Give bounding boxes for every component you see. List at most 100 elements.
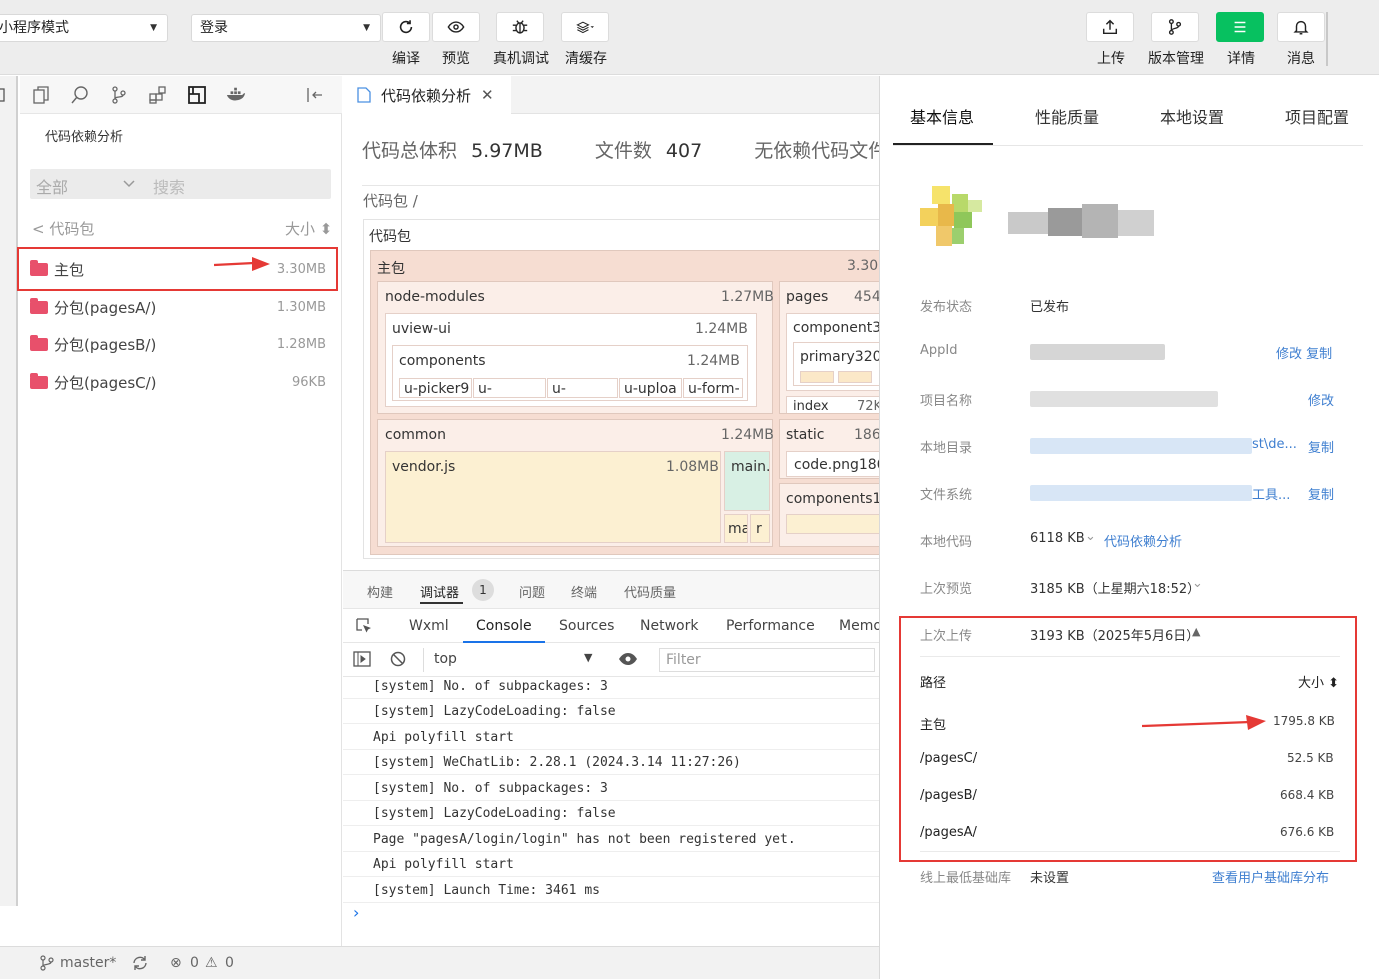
tab-local-settings[interactable]: 本地设置 — [1160, 104, 1224, 128]
clear-console-icon[interactable] — [390, 651, 406, 667]
devtab-sources[interactable]: Sources — [559, 618, 614, 634]
active-tab-indicator — [420, 602, 463, 604]
docker-icon[interactable] — [225, 84, 247, 106]
tab-performance[interactable]: 性能质量 — [1035, 104, 1099, 128]
tab-terminal[interactable]: 终端 — [571, 582, 597, 601]
treemap-node-modules[interactable]: node-modules 1.27MB uview-ui 1.24MB comp… — [377, 281, 774, 414]
treemap-leaf[interactable]: u-picker9 — [399, 378, 472, 398]
treemap-primary[interactable]: primary320 — [793, 342, 879, 386]
git-branch-icon[interactable] — [108, 84, 130, 106]
devtab-network[interactable]: Network — [640, 618, 698, 634]
context-select[interactable]: top ▼ — [423, 648, 601, 672]
treemap-index[interactable]: index 72K — [786, 396, 879, 414]
compile-mode-select[interactable]: 登录 ▼ — [191, 14, 381, 42]
compile-button[interactable] — [382, 12, 430, 42]
appid-actions[interactable]: 修改 复制 — [1276, 343, 1332, 362]
console-separator — [343, 876, 879, 877]
error-count[interactable]: 0 — [190, 955, 199, 971]
main-package-size: 3.30 — [847, 258, 879, 274]
messages-button[interactable] — [1277, 12, 1325, 42]
search-input[interactable]: 搜索 — [153, 174, 185, 198]
tab-build[interactable]: 构建 — [367, 582, 393, 601]
devtab-performance[interactable]: Performance — [726, 618, 815, 634]
tab-dependency-analysis[interactable]: 代码依赖分析 ✕ — [343, 76, 511, 114]
chevron-down-icon — [123, 180, 135, 188]
treemap-code-png[interactable]: code.png186 — [786, 451, 879, 477]
treemap-leaf[interactable] — [838, 371, 872, 383]
remote-debug-button[interactable] — [496, 12, 544, 42]
tab-debugger[interactable]: 调试器 — [420, 582, 459, 601]
filter-bar: 全部 搜索 — [30, 169, 331, 199]
chevron-down-icon[interactable]: ⌄ — [1192, 576, 1203, 591]
warning-count[interactable]: 0 — [225, 955, 234, 971]
treemap-leaf[interactable]: u-parse8! — [547, 378, 618, 398]
treemap-main-js[interactable]: main. — [724, 451, 770, 511]
copy-files-icon[interactable] — [30, 84, 52, 106]
treemap-component3[interactable]: component3 primary320 — [786, 313, 879, 391]
inspect-icon[interactable] — [355, 617, 373, 635]
devtab-memory[interactable]: Memo — [839, 618, 882, 634]
eye-icon[interactable] — [618, 652, 638, 666]
devtab-wxml[interactable]: Wxml — [409, 618, 449, 634]
treemap-common[interactable]: common 1.24MB vendor.js 1.08MB main. ma … — [377, 419, 774, 547]
files-icon[interactable] — [0, 88, 6, 102]
treemap-leaf[interactable] — [800, 371, 834, 383]
dependency-analysis-link[interactable]: 代码依赖分析 — [1104, 531, 1182, 550]
treemap-components1[interactable]: components1 — [779, 483, 879, 547]
treemap-vendor[interactable]: vendor.js 1.08MB — [385, 451, 721, 543]
details-label: 详情 — [1227, 51, 1255, 67]
tab-problems[interactable]: 问题 — [519, 582, 545, 601]
close-icon[interactable]: ✕ — [481, 86, 494, 104]
package-row-pagesA[interactable]: 分包(pagesA/) 1.30MB — [30, 294, 330, 320]
treemap-leaf[interactable] — [786, 514, 879, 534]
treemap-main-package[interactable]: 主包 3.30 node-modules 1.27MB uview-ui 1.2… — [370, 250, 879, 555]
package-list-back[interactable]: < 代码包 — [32, 218, 94, 239]
treemap-leaf[interactable]: u-icon91k — [473, 378, 546, 398]
treemap-leaf[interactable]: ma — [724, 514, 748, 543]
treemap-leaf[interactable]: r — [750, 514, 770, 543]
project-name-actions[interactable]: 修改 — [1308, 390, 1334, 409]
treemap-static[interactable]: static 186 code.png186 — [779, 419, 879, 479]
file-system-copy[interactable]: 复制 — [1308, 484, 1334, 503]
package-row-pagesC[interactable]: 分包(pagesC/) 96KB — [30, 369, 330, 395]
package-name: 分包(pagesB/) — [54, 335, 157, 354]
treemap-leaf[interactable]: u-form- — [683, 378, 743, 398]
collapse-sidebar-icon[interactable] — [304, 84, 326, 106]
sidebar-toggle-icon[interactable] — [353, 651, 371, 667]
chevron-down-icon[interactable]: ⌄ — [1085, 529, 1096, 544]
version-manage-button[interactable] — [1151, 12, 1199, 42]
publish-status-label: 发布状态 — [920, 300, 973, 315]
breadcrumb[interactable]: 代码包 / — [363, 190, 418, 211]
dependency-analysis-icon[interactable] — [186, 84, 208, 106]
console-filter-input[interactable]: Filter — [659, 648, 875, 672]
upload-button[interactable] — [1086, 12, 1134, 42]
extensions-icon[interactable] — [147, 84, 169, 106]
details-button[interactable] — [1216, 12, 1264, 42]
preview-label: 预览 — [442, 51, 470, 67]
file-count-label: 文件数 — [594, 140, 652, 162]
search-icon[interactable] — [69, 84, 91, 106]
filter-select[interactable]: 全部 — [36, 174, 68, 198]
clear-cache-button[interactable] — [561, 12, 609, 42]
treemap-pages[interactable]: pages 454 component3 primary320 index 72… — [779, 281, 879, 414]
package-row-pagesB[interactable]: 分包(pagesB/) 1.28MB — [30, 331, 330, 357]
tab-basic-info[interactable]: 基本信息 — [910, 104, 974, 128]
branch-name[interactable]: master* — [60, 955, 116, 971]
divider — [893, 145, 1363, 146]
tab-code-quality[interactable]: 代码质量 — [624, 582, 676, 601]
devtab-console[interactable]: Console — [476, 618, 532, 634]
treemap-uview[interactable]: uview-ui 1.24MB components 1.24MB u-pick… — [385, 313, 757, 407]
treemap-leaf[interactable]: u-uploa — [619, 378, 682, 398]
local-dir-copy[interactable]: 复制 — [1308, 437, 1334, 456]
user-lib-distribution-link[interactable]: 查看用户基础库分布 — [1212, 867, 1329, 886]
treemap-components[interactable]: components 1.24MB u-picker9 u-icon91k u-… — [392, 345, 748, 401]
mode-select[interactable]: 小程序模式 ▼ — [0, 14, 168, 42]
project-name-label: 项目名称 — [920, 394, 973, 409]
console-prompt[interactable]: › — [353, 903, 359, 922]
tab-project-config[interactable]: 项目配置 — [1285, 104, 1349, 128]
local-dir-tail: st\de... — [1252, 437, 1297, 452]
index-size: 72K — [857, 399, 879, 414]
sync-icon[interactable] — [131, 955, 149, 971]
preview-button[interactable] — [432, 12, 480, 42]
sort-by-size[interactable]: 大小 ⬍ — [285, 218, 332, 239]
